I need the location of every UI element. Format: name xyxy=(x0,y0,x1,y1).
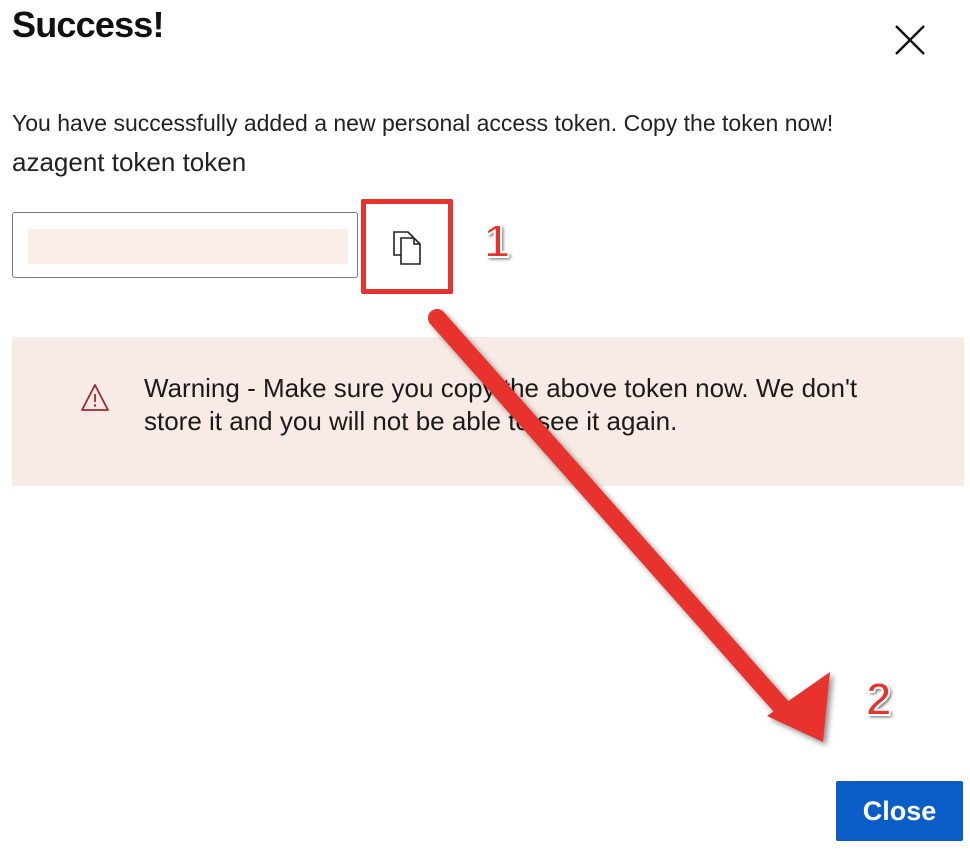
warning-icon xyxy=(80,383,110,413)
token-name: azagent token token xyxy=(12,147,247,177)
step-1-label: 1 xyxy=(483,214,511,268)
dialog-title: Success! xyxy=(12,4,165,45)
warning-text: Warning - Make sure you copy the above t… xyxy=(144,373,858,436)
redacted-token xyxy=(28,229,348,264)
success-message: You have successfully added a new person… xyxy=(12,110,834,136)
copy-button-highlight xyxy=(361,199,453,294)
close-button[interactable]: Close xyxy=(836,781,963,841)
close-dialog-button[interactable] xyxy=(890,20,930,60)
step-2-label: 2 xyxy=(865,672,893,726)
close-icon xyxy=(895,25,925,55)
